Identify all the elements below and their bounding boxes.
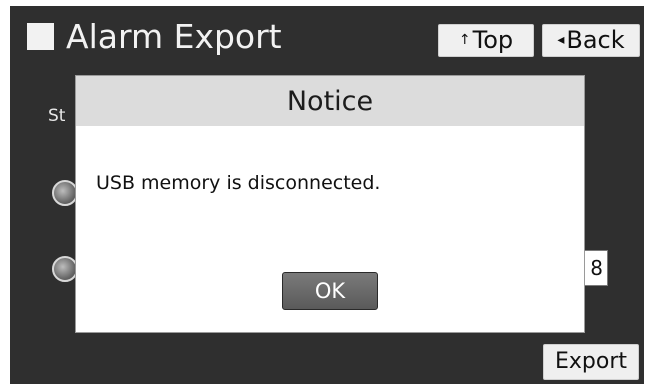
- back-button[interactable]: ◂ Back: [542, 24, 640, 57]
- background-label: St: [48, 106, 66, 126]
- top-button-label: Top: [472, 26, 514, 54]
- dialog-message: USB memory is disconnected.: [96, 172, 381, 194]
- export-button[interactable]: Export: [543, 344, 639, 380]
- left-arrow-icon: ◂: [557, 32, 565, 48]
- page-title: Alarm Export: [66, 17, 282, 56]
- title-square-icon: [27, 23, 54, 50]
- top-button[interactable]: ↑ Top: [438, 24, 534, 57]
- up-arrow-icon: ↑: [458, 32, 471, 48]
- dialog-title: Notice: [76, 76, 584, 126]
- ok-button[interactable]: OK: [282, 272, 378, 310]
- notice-dialog: Notice USB memory is disconnected. OK: [76, 76, 584, 332]
- radio-button-option-2[interactable]: [52, 256, 78, 282]
- radio-button-option-1[interactable]: [52, 180, 78, 206]
- device-screen: Alarm Export ↑ Top ◂ Back St 8 Export No…: [10, 6, 644, 384]
- back-button-label: Back: [566, 26, 625, 54]
